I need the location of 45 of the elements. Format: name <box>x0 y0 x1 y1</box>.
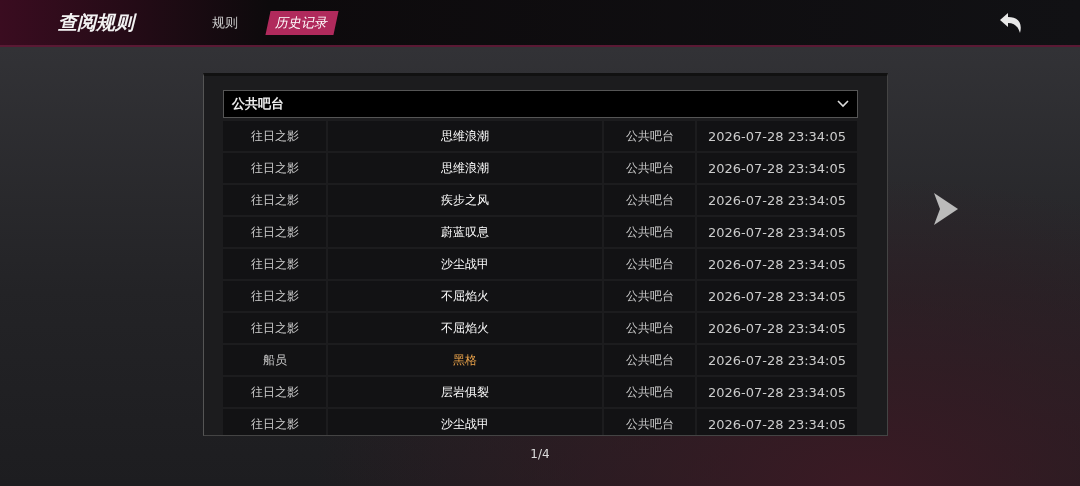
chevron-down-icon <box>837 100 849 108</box>
table-cell: 公共吧台 <box>604 377 695 407</box>
table-cell: 公共吧台 <box>604 185 695 215</box>
table-cell: 往日之影 <box>223 409 326 435</box>
table-cell: 沙尘战甲 <box>328 249 602 279</box>
table-cell: 2026-07-28 23:34:05 <box>697 153 857 183</box>
filter-dropdown[interactable]: 公共吧台 <box>223 90 858 118</box>
table-cell: 公共吧台 <box>604 153 695 183</box>
table-cell: 公共吧台 <box>604 281 695 311</box>
table-cell: 黑格 <box>328 345 602 375</box>
table-cell: 2026-07-28 23:34:05 <box>697 281 857 311</box>
table-cell: 思维浪潮 <box>328 153 602 183</box>
tab[interactable]: 规则 <box>204 10 246 35</box>
table-cell: 2026-07-28 23:34:05 <box>697 377 857 407</box>
table-cell: 不屈焰火 <box>328 281 602 311</box>
table-cell: 往日之影 <box>223 249 326 279</box>
table-cell: 2026-07-28 23:34:05 <box>697 121 857 151</box>
page-indicator: 1/4 <box>529 447 551 461</box>
table-cell: 往日之影 <box>223 313 326 343</box>
table-cell: 2026-07-28 23:34:05 <box>697 185 857 215</box>
table-cell: 2026-07-28 23:34:05 <box>697 313 857 343</box>
table-cell: 2026-07-28 23:34:05 <box>697 345 857 375</box>
table-cell: 往日之影 <box>223 121 326 151</box>
table-cell: 蔚蓝叹息 <box>328 217 602 247</box>
table-cell: 疾步之风 <box>328 185 602 215</box>
table-cell: 公共吧台 <box>604 313 695 343</box>
table-cell: 往日之影 <box>223 153 326 183</box>
table-cell: 2026-07-28 23:34:05 <box>697 249 857 279</box>
table-cell: 往日之影 <box>223 281 326 311</box>
table-cell: 2026-07-28 23:34:05 <box>697 409 857 435</box>
table-cell: 公共吧台 <box>604 121 695 151</box>
table-cell: 公共吧台 <box>604 249 695 279</box>
table-cell: 往日之影 <box>223 185 326 215</box>
table-cell: 不屈焰火 <box>328 313 602 343</box>
table-cell: 往日之影 <box>223 377 326 407</box>
table-cell: 沙尘战甲 <box>328 409 602 435</box>
table-cell: 公共吧台 <box>604 217 695 247</box>
table-cell: 层岩俱裂 <box>328 377 602 407</box>
table-cell: 往日之影 <box>223 217 326 247</box>
table-cell: 船员 <box>223 345 326 375</box>
table-cell: 公共吧台 <box>604 345 695 375</box>
tab[interactable]: 历史记录 <box>265 10 339 35</box>
table-cell: 公共吧台 <box>604 409 695 435</box>
table-cell: 2026-07-28 23:34:05 <box>697 217 857 247</box>
table-cell: 思维浪潮 <box>328 121 602 151</box>
